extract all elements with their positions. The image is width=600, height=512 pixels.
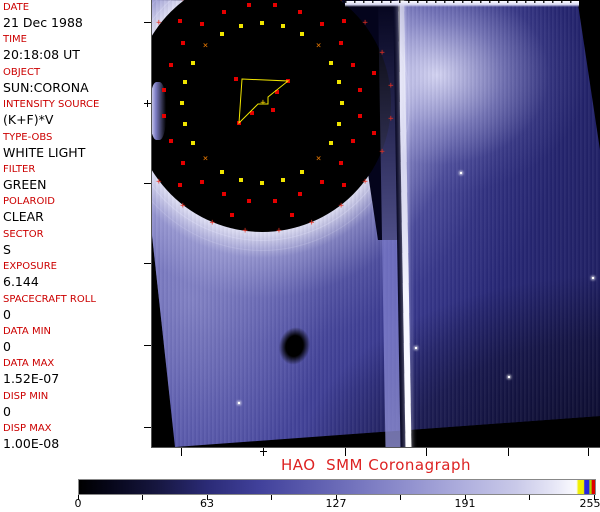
axis-tick <box>263 448 264 456</box>
field-label: OBJECT <box>3 66 41 78</box>
colorbar-tick <box>400 495 401 500</box>
field-sector: SECTOR S <box>0 229 150 261</box>
field-data-min: DATA MIN 0 <box>0 326 150 358</box>
colorbar-tick-label: 0 <box>74 497 82 510</box>
field-spacecraft-roll: SPACECRAFT ROLL 0 <box>0 294 150 326</box>
field-value: 21 Dec 1988 <box>3 15 83 30</box>
axis-tick <box>260 451 267 452</box>
field-value: SUN:CORONA <box>3 79 89 95</box>
plot-title: HAO SMM Coronagraph <box>280 456 472 474</box>
colorbar-tick <box>271 495 272 500</box>
coronagraph-image-area: ××××+++++++++++++++++++++++++ <box>152 0 600 447</box>
colorbar-tick-label: 63 <box>200 497 214 510</box>
field-value: (K+F)*V <box>3 112 54 128</box>
field-label: TIME <box>3 34 28 46</box>
field-label: EXPOSURE <box>3 261 58 273</box>
field-value: 0 <box>3 306 11 322</box>
field-filter: FILTER GREEN <box>0 164 150 196</box>
field-value: 20:18:08 UT <box>3 47 80 63</box>
field-label: FILTER <box>3 163 36 175</box>
field-label: DISP MIN <box>3 390 49 402</box>
left-axis-line <box>151 0 152 448</box>
metadata-panel: DATE 21 Dec 1988 TIME 20:18:08 UT OBJECT SU… <box>0 0 150 455</box>
field-value: WHITE LIGHT <box>3 144 86 160</box>
axis-tick <box>426 448 427 456</box>
colorbar-tick <box>142 495 143 500</box>
field-object: OBJECT SUN:CORONA <box>0 67 150 99</box>
field-disp-min: DISP MIN 0 <box>0 391 150 423</box>
field-disp-max: DISP MAX 1.00E-08 <box>0 423 150 455</box>
field-type-obs: TYPE-OBS WHITE LIGHT <box>0 132 150 164</box>
field-value: 0 <box>3 338 11 354</box>
sector-polygon-overlay <box>238 78 290 125</box>
field-value: 0 <box>3 403 11 419</box>
axis-tick <box>144 263 151 264</box>
field-label: DATA MAX <box>3 358 55 370</box>
axis-tick <box>181 448 182 456</box>
field-time: TIME 20:18:08 UT <box>0 34 150 66</box>
field-label: INTENSITY SOURCE <box>3 99 100 111</box>
bottom-axis-line <box>151 447 600 448</box>
axis-tick <box>147 100 148 107</box>
field-value: CLEAR <box>3 209 44 225</box>
field-label: DATA MIN <box>3 325 51 337</box>
field-data-max: DATA MAX 1.52E-07 <box>0 358 150 390</box>
field-label: DISP MAX <box>3 423 52 435</box>
field-label: TYPE-OBS <box>3 131 53 143</box>
axis-tick <box>144 183 151 184</box>
field-value: 1.52E-07 <box>3 371 60 387</box>
field-intensity-source: INTENSITY SOURCE (K+F)*V <box>0 99 150 131</box>
field-polaroid: POLAROID CLEAR <box>0 196 150 228</box>
axis-tick <box>144 427 151 428</box>
axis-tick <box>144 345 151 346</box>
field-value: 6.144 <box>3 274 39 290</box>
smm-coronagraph-viewer: DATE 21 Dec 1988 TIME 20:18:08 UT OBJECT SU… <box>0 0 600 512</box>
field-date: DATE 21 Dec 1988 <box>0 2 150 34</box>
field-value: 1.00E-08 <box>3 436 60 452</box>
axis-tick <box>144 22 151 23</box>
colorbar-tick-label: 255 <box>579 497 600 510</box>
colorbar-tick-label: 191 <box>454 497 476 510</box>
axis-tick <box>345 448 346 456</box>
field-label: POLAROID <box>3 196 56 208</box>
field-label: SECTOR <box>3 228 44 240</box>
colorbar <box>78 479 596 495</box>
field-label: DATE <box>3 2 30 13</box>
field-exposure: EXPOSURE 6.144 <box>0 261 150 293</box>
colorbar-tick-label: 127 <box>325 497 347 510</box>
axis-tick <box>588 448 589 456</box>
field-label: SPACECRAFT ROLL <box>3 293 96 305</box>
axis-tick <box>508 448 509 456</box>
field-value: S <box>3 241 11 257</box>
field-value: GREEN <box>3 176 47 192</box>
colorbar-tick <box>529 495 530 500</box>
